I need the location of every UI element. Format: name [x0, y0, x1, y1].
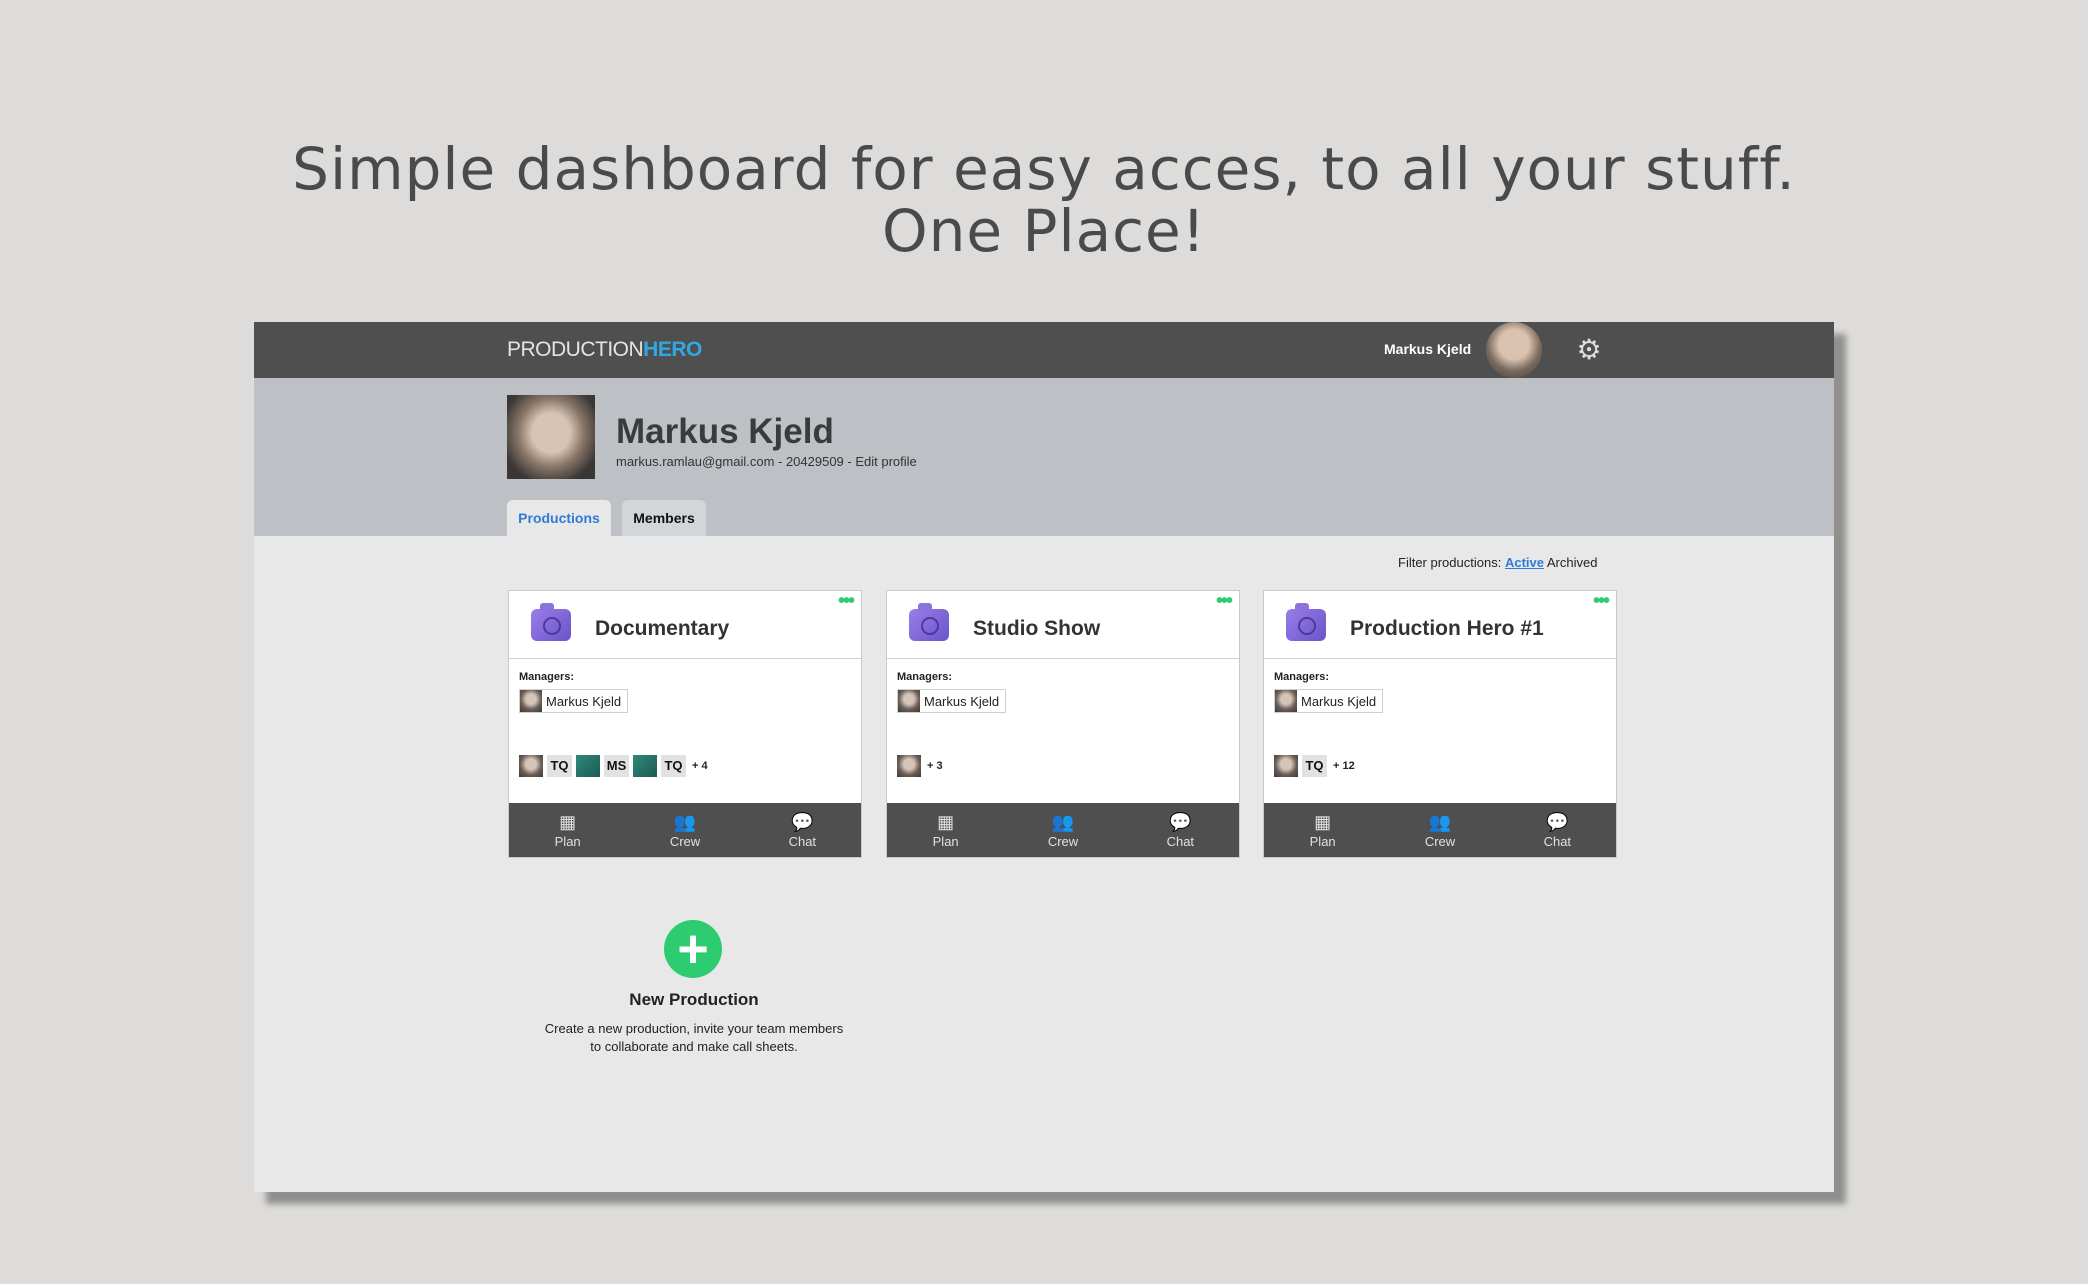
- card-title[interactable]: Studio Show: [973, 617, 1100, 641]
- new-production-title[interactable]: New Production: [544, 990, 844, 1010]
- member-initials[interactable]: TQ: [1302, 755, 1327, 777]
- production-card-documentary[interactable]: Documentary ••• Managers: Markus Kjeld T…: [508, 590, 862, 858]
- crew-icon: 👥: [673, 811, 697, 832]
- avatar: [520, 690, 542, 712]
- profile-photo: [507, 395, 595, 479]
- top-user-name[interactable]: Markus Kjeld: [1384, 341, 1471, 357]
- chat-button[interactable]: 💬 Chat: [744, 803, 861, 857]
- member-avatar[interactable]: [633, 755, 657, 777]
- manager-chip[interactable]: Markus Kjeld: [897, 689, 1007, 713]
- chat-button[interactable]: 💬 Chat: [1499, 803, 1616, 857]
- plan-label: Plan: [1309, 833, 1336, 849]
- manager-chip[interactable]: Markus Kjeld: [1274, 689, 1384, 713]
- crew-label: Crew: [669, 833, 701, 849]
- gear-icon[interactable]: ⚙: [1574, 335, 1604, 365]
- more-options-icon[interactable]: •••: [838, 591, 855, 611]
- camera-icon: [1286, 603, 1326, 641]
- more-options-icon[interactable]: •••: [1216, 591, 1233, 611]
- member-avatar[interactable]: [1274, 755, 1298, 777]
- more-members-count[interactable]: + 12: [1333, 760, 1355, 772]
- calendar-icon: ▦: [559, 811, 577, 832]
- manager-name: Markus Kjeld: [1301, 693, 1377, 709]
- managers-label: Managers:: [1274, 671, 1330, 683]
- member-avatar[interactable]: [897, 755, 921, 777]
- more-options-icon[interactable]: •••: [1593, 591, 1610, 611]
- app-window: PRODUCTIONHERO Markus Kjeld ⚙ Markus Kje…: [254, 322, 1834, 1192]
- card-title[interactable]: Documentary: [595, 617, 729, 641]
- card-header: Production Hero #1 •••: [1264, 591, 1616, 659]
- member-list: TQ MS TQ + 4: [519, 755, 708, 777]
- plan-label: Plan: [554, 833, 581, 849]
- plan-button[interactable]: ▦ Plan: [509, 803, 626, 857]
- member-list: + 3: [897, 755, 943, 777]
- headline-line-1: Simple dashboard for easy acces, to all …: [292, 135, 1796, 203]
- member-avatar[interactable]: [576, 755, 600, 777]
- chat-label: Chat: [1543, 833, 1572, 849]
- avatar[interactable]: [1486, 322, 1542, 378]
- crew-button[interactable]: 👥 Crew: [626, 803, 743, 857]
- headline-line-2: One Place!: [882, 197, 1206, 265]
- add-production-icon[interactable]: +: [664, 920, 722, 978]
- card-footer: ▦ Plan 👥 Crew 💬 Chat: [887, 803, 1239, 857]
- camera-icon: [531, 603, 571, 641]
- crew-button[interactable]: 👥 Crew: [1381, 803, 1498, 857]
- chat-icon: 💬: [1546, 811, 1569, 832]
- more-members-count[interactable]: + 3: [927, 760, 943, 772]
- marketing-headline: Simple dashboard for easy acces, to all …: [0, 138, 2088, 262]
- logo-production: PRODUCTION: [507, 338, 644, 361]
- filter-archived-link[interactable]: Archived: [1547, 555, 1598, 570]
- production-card-studio-show[interactable]: Studio Show ••• Managers: Markus Kjeld +…: [886, 590, 1240, 858]
- filter-active-link[interactable]: Active: [1505, 555, 1544, 570]
- tab-productions[interactable]: Productions: [507, 500, 611, 536]
- avatar: [898, 690, 920, 712]
- chat-icon: 💬: [791, 811, 814, 832]
- manager-name: Markus Kjeld: [924, 693, 1000, 709]
- calendar-icon: ▦: [937, 811, 955, 832]
- manager-chip[interactable]: Markus Kjeld: [519, 689, 629, 713]
- production-card-production-hero-1[interactable]: Production Hero #1 ••• Managers: Markus …: [1263, 590, 1617, 858]
- plan-button[interactable]: ▦ Plan: [887, 803, 1004, 857]
- avatar: [1275, 690, 1297, 712]
- card-title[interactable]: Production Hero #1: [1350, 617, 1544, 641]
- camera-icon: [909, 603, 949, 641]
- top-bar: PRODUCTIONHERO Markus Kjeld ⚙: [254, 322, 1834, 378]
- manager-name: Markus Kjeld: [546, 693, 622, 709]
- plan-button[interactable]: ▦ Plan: [1264, 803, 1381, 857]
- crew-button[interactable]: 👥 Crew: [1004, 803, 1121, 857]
- more-members-count[interactable]: + 4: [692, 760, 708, 772]
- crew-icon: 👥: [1051, 811, 1075, 832]
- chat-button[interactable]: 💬 Chat: [1122, 803, 1239, 857]
- managers-label: Managers:: [897, 671, 953, 683]
- card-header: Documentary •••: [509, 591, 861, 659]
- crew-label: Crew: [1424, 833, 1456, 849]
- member-initials[interactable]: TQ: [547, 755, 572, 777]
- profile-header: Markus Kjeld markus.ramlau@gmail.com - 2…: [254, 378, 1834, 536]
- profile-details[interactable]: markus.ramlau@gmail.com - 20429509 - Edi…: [616, 454, 917, 469]
- managers-label: Managers:: [519, 671, 575, 683]
- filter-productions: Filter productions: Active Archived: [1398, 555, 1597, 570]
- member-initials[interactable]: MS: [604, 755, 629, 777]
- calendar-icon: ▦: [1314, 811, 1332, 832]
- member-list: TQ + 12: [1274, 755, 1355, 777]
- plan-label: Plan: [932, 833, 959, 849]
- new-production-description: Create a new production, invite your tea…: [544, 1021, 844, 1054]
- crew-icon: 👥: [1428, 811, 1452, 832]
- chat-icon: 💬: [1169, 811, 1192, 832]
- member-initials[interactable]: TQ: [661, 755, 686, 777]
- logo-hero: HERO: [643, 338, 702, 361]
- tab-members[interactable]: Members: [622, 500, 706, 536]
- crew-label: Crew: [1047, 833, 1079, 849]
- chat-label: Chat: [788, 833, 817, 849]
- chat-label: Chat: [1166, 833, 1195, 849]
- card-header: Studio Show •••: [887, 591, 1239, 659]
- card-footer: ▦ Plan 👥 Crew 💬 Chat: [1264, 803, 1616, 857]
- filter-label: Filter productions:: [1398, 555, 1502, 570]
- card-footer: ▦ Plan 👥 Crew 💬 Chat: [509, 803, 861, 857]
- app-logo[interactable]: PRODUCTIONHERO: [507, 338, 702, 362]
- member-avatar[interactable]: [519, 755, 543, 777]
- profile-name: Markus Kjeld: [616, 412, 834, 451]
